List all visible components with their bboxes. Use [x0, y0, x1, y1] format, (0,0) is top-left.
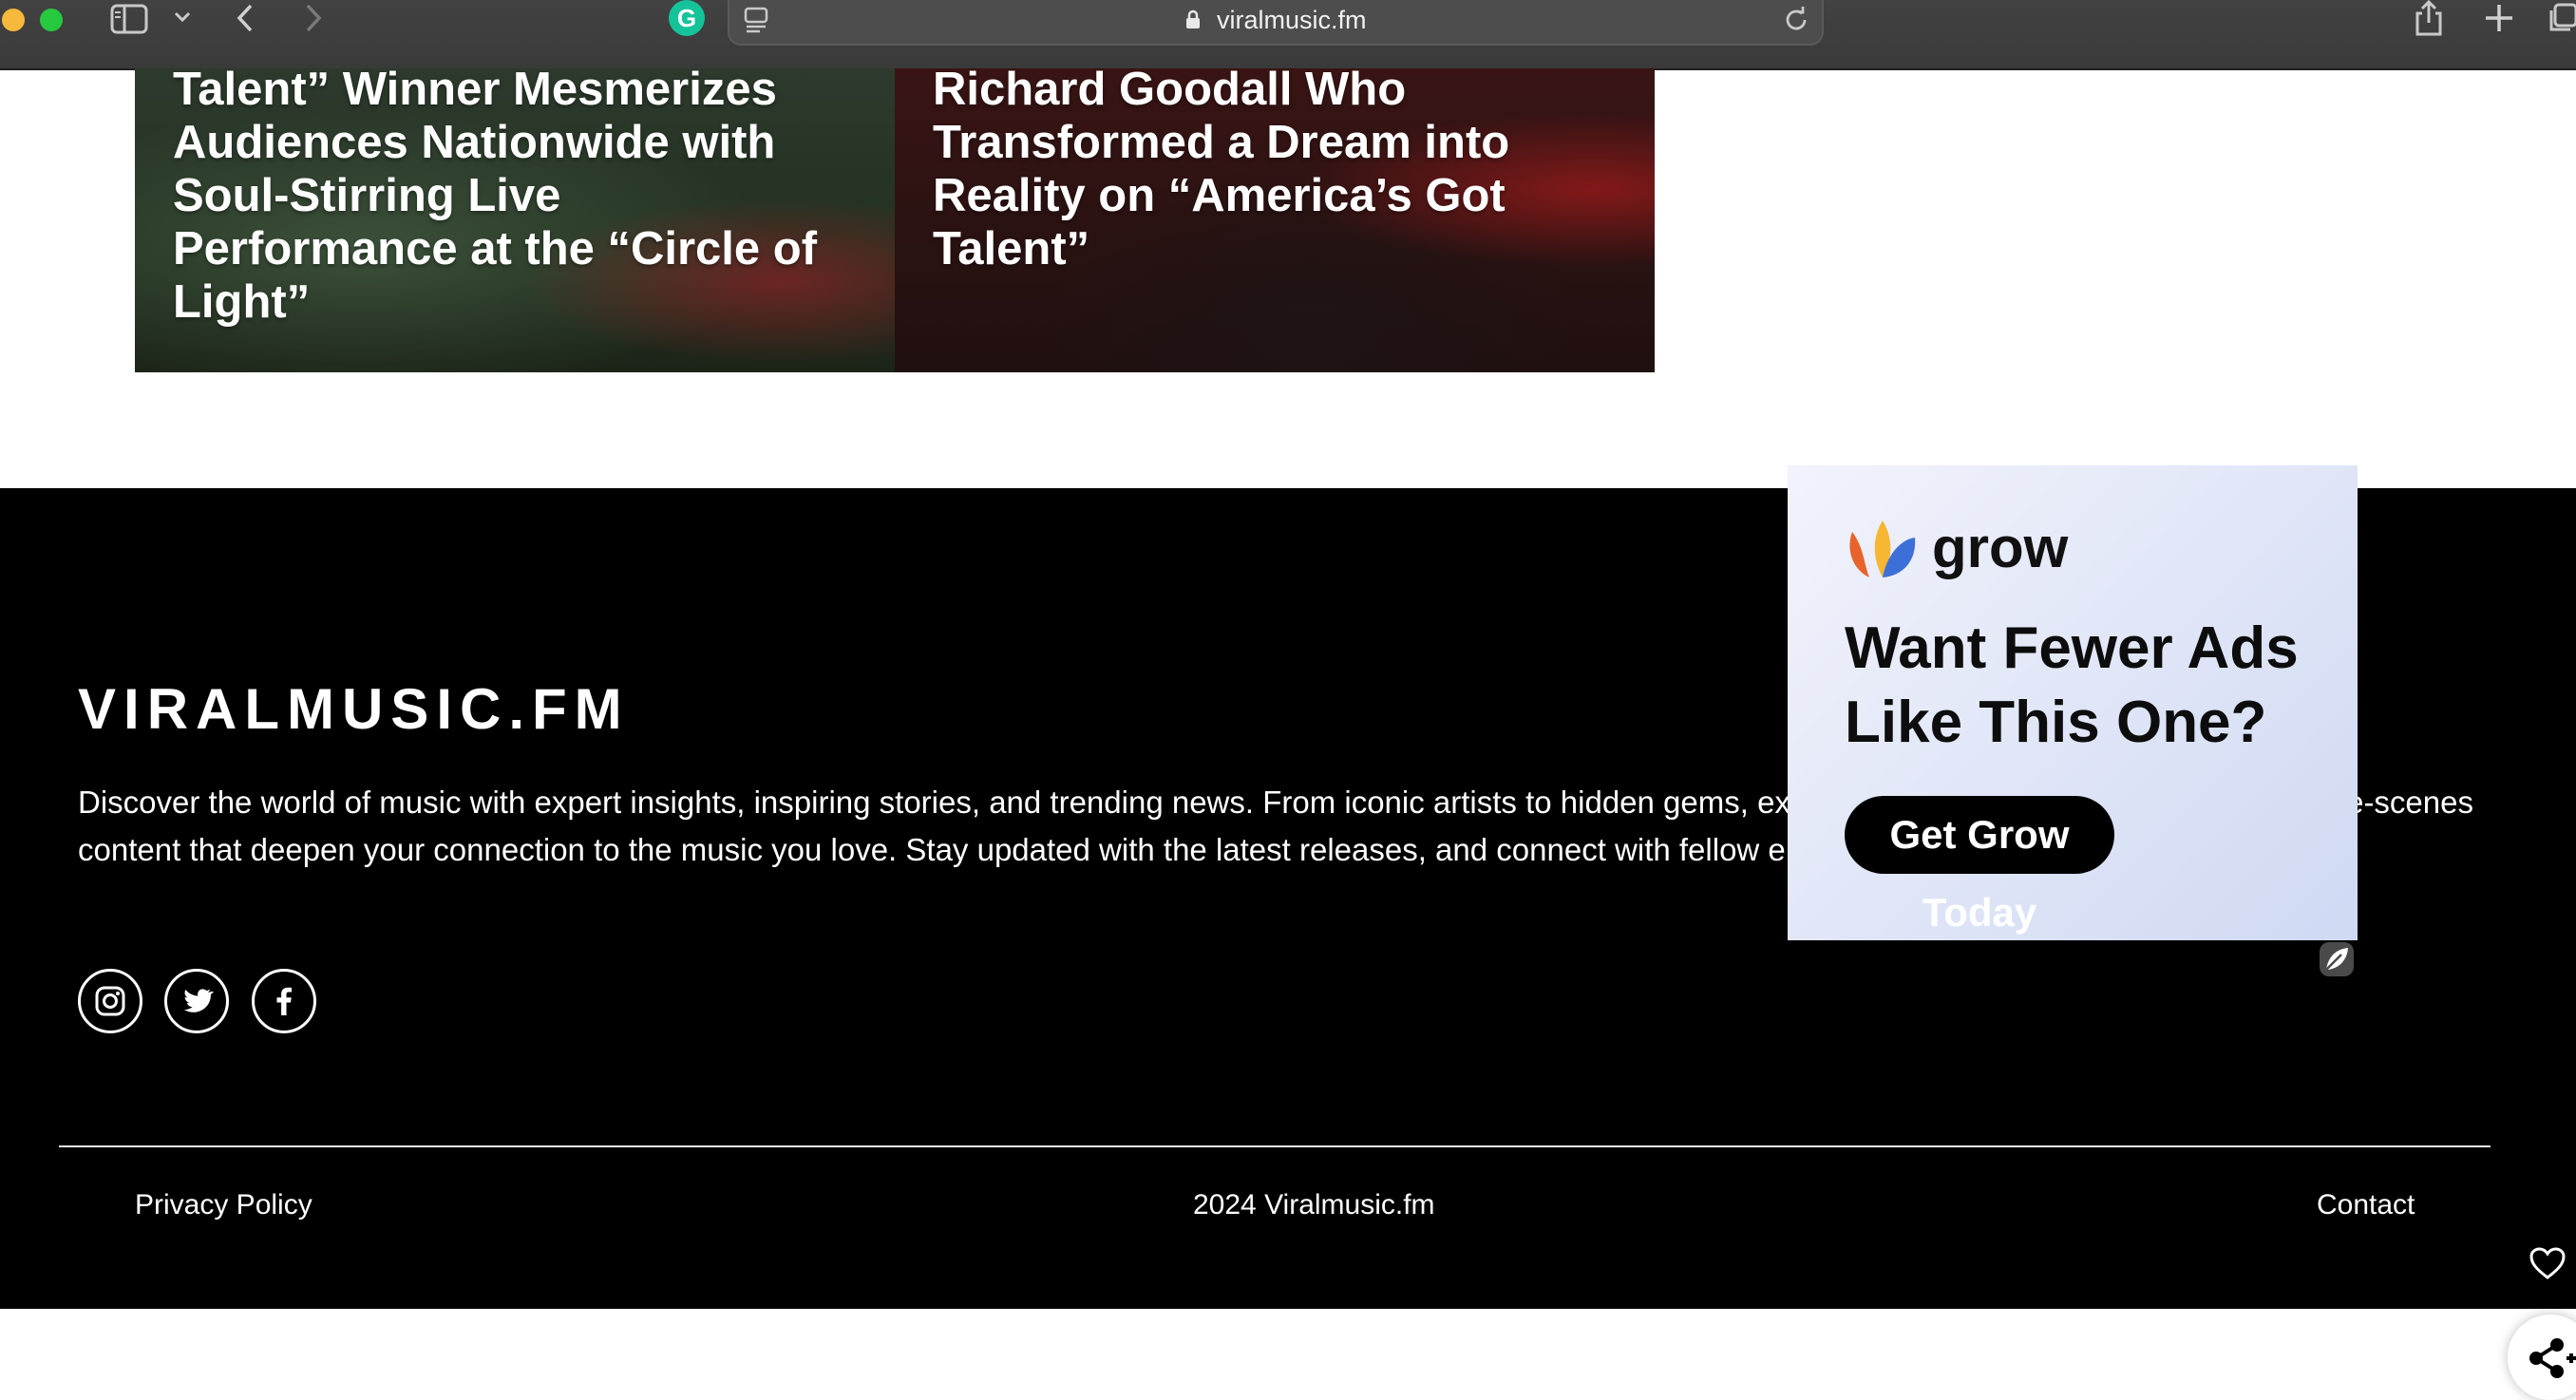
tab-overview-icon[interactable]	[2549, 2, 2576, 34]
share-widget-button[interactable]	[2508, 1315, 2576, 1400]
reload-icon[interactable]	[1782, 6, 1810, 34]
facebook-icon	[276, 987, 292, 1015]
maximize-window-button[interactable]	[40, 9, 63, 31]
address-bar[interactable]: viralmusic.fm	[728, 0, 1824, 46]
grow-logo-icon	[1849, 520, 1916, 577]
browser-toolbar: G viralmusic.fm	[0, 0, 2576, 70]
instagram-icon	[95, 986, 125, 1016]
grammarly-extension-icon[interactable]: G	[669, 0, 705, 36]
leaf-icon[interactable]	[2318, 940, 2356, 978]
grow-brand: grow	[1932, 516, 2069, 579]
twitter-icon	[184, 989, 215, 1012]
article-card[interactable]: Richard Goodall Who Transformed a Dream …	[895, 68, 1655, 372]
url-label: viralmusic.fm	[1217, 6, 1367, 34]
footer-divider	[59, 1145, 2491, 1147]
lock-icon	[1184, 6, 1217, 34]
back-icon[interactable]	[234, 2, 256, 34]
share-icon[interactable]	[2413, 0, 2445, 38]
chevron-down-icon[interactable]	[173, 9, 192, 25]
instagram-link[interactable]	[78, 969, 142, 1033]
copyright-text: 2024 Viralmusic.fm	[1193, 1189, 1435, 1220]
ad-headline: Want Fewer Ads Like This One?	[1845, 615, 2299, 755]
article-title[interactable]: Richard Goodall Who Transformed a Dream …	[933, 68, 1617, 275]
twitter-link[interactable]	[164, 969, 230, 1033]
footer-brand[interactable]: VIRALMUSIC.FM	[78, 676, 630, 742]
share-nodes-icon	[2529, 1338, 2576, 1378]
article-title[interactable]: Talent” Winner Mesmerizes Audiences Nati…	[173, 68, 857, 329]
get-grow-button[interactable]: Get Grow Today	[1845, 796, 2114, 935]
url-text: viralmusic.fm	[729, 6, 1822, 35]
article-card[interactable]: Talent” Winner Mesmerizes Audiences Nati…	[135, 68, 895, 372]
contact-link[interactable]: Contact	[2317, 1189, 2415, 1221]
minimize-window-button[interactable]	[2, 9, 25, 31]
grow-ad[interactable]: grow Want Fewer Ads Like This One? Get G…	[1788, 465, 2358, 940]
new-tab-icon[interactable]	[2483, 2, 2515, 34]
social-links	[78, 969, 334, 1033]
privacy-policy-link[interactable]: Privacy Policy	[135, 1189, 313, 1221]
heart-icon[interactable]	[2529, 1246, 2567, 1280]
forward-icon[interactable]	[302, 2, 325, 34]
facebook-link[interactable]	[251, 969, 316, 1033]
sidebar-icon[interactable]	[110, 3, 148, 35]
